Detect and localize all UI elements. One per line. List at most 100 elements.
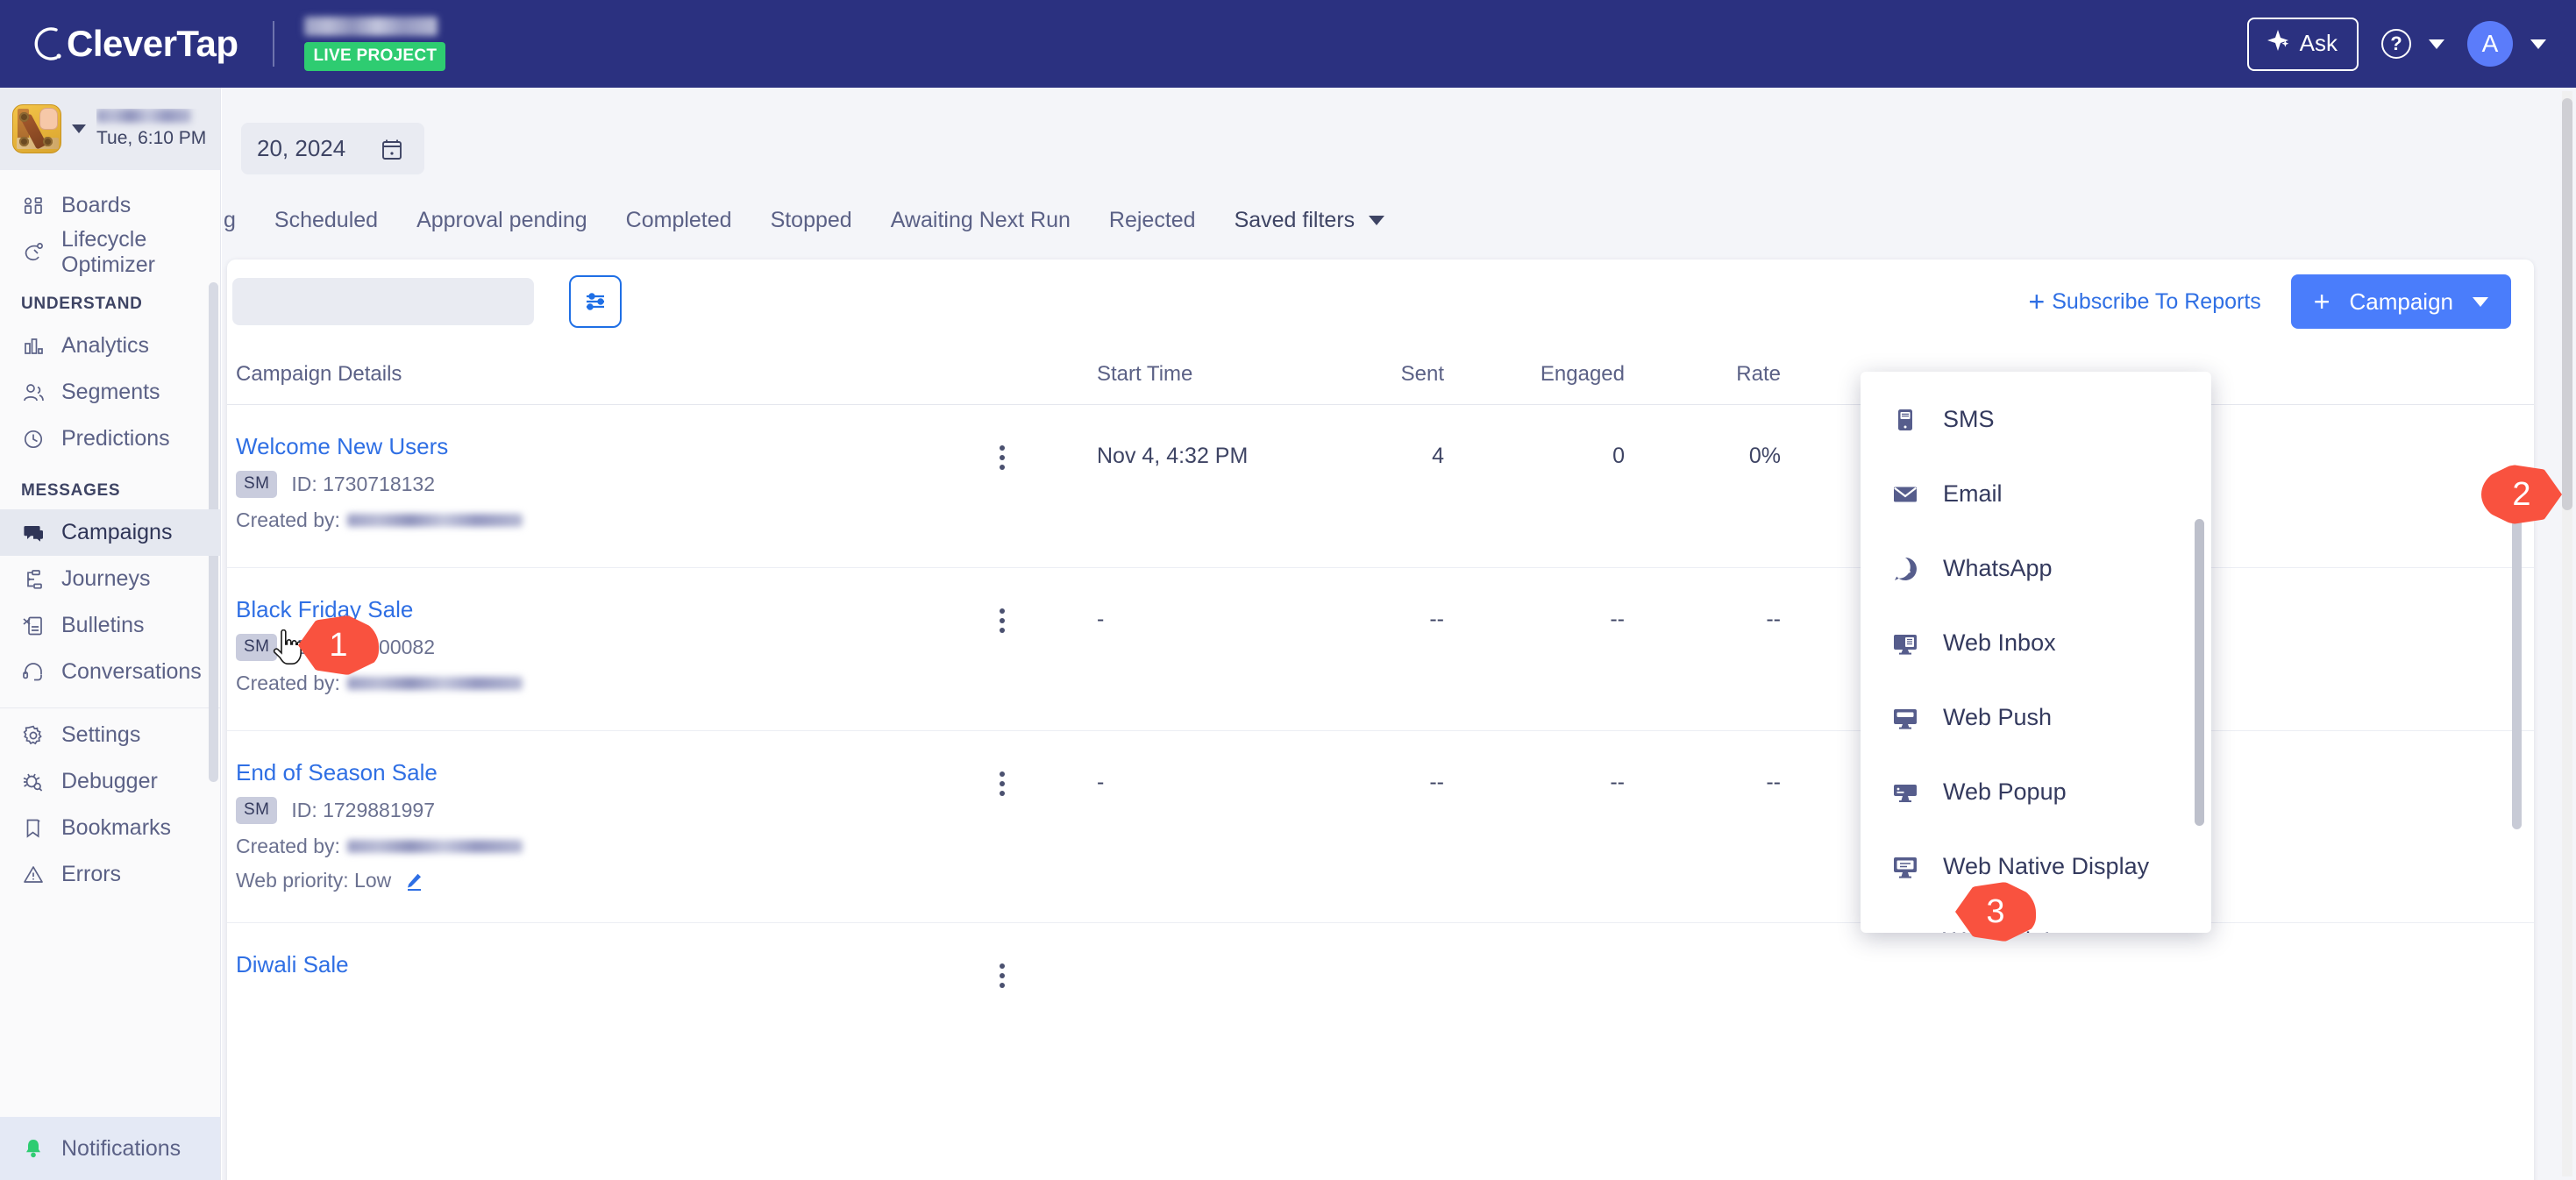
tab-completed[interactable]: Completed	[607, 195, 751, 245]
subscribe-to-reports-button[interactable]: + Subscribe To Reports	[2029, 288, 2261, 316]
sent-cell: --	[1429, 770, 1444, 794]
created-by-label: Created by:	[236, 835, 340, 857]
campaign-details-cell: Welcome New Users SM ID: 1730718132 Crea…	[232, 433, 907, 532]
sidebar-item-bookmarks[interactable]: Bookmarks	[0, 805, 220, 851]
chevron-down-icon[interactable]	[72, 124, 86, 133]
date-range-picker[interactable]: 20, 2024	[241, 123, 425, 174]
dropdown-item-web-native-display[interactable]: Web Native Display	[1861, 829, 2211, 904]
channel-chip: SM	[236, 797, 278, 824]
created-by-label: Created by:	[236, 672, 340, 694]
sidebar-item-predictions[interactable]: Predictions	[0, 416, 220, 462]
column-header-rate: Rate	[1736, 361, 1781, 386]
sidebar-item-bulletins[interactable]: Bulletins	[0, 602, 220, 649]
row-kebab-menu[interactable]	[907, 951, 1097, 988]
sent-cell: 4	[1432, 444, 1444, 468]
sidebar-item-analytics[interactable]: Analytics	[0, 323, 220, 369]
dropdown-item-email[interactable]: Email	[1861, 457, 2211, 531]
rate-cell: 0%	[1748, 444, 1781, 468]
start-time-cell: -	[1097, 770, 1105, 794]
sidebar-nav: Boards Lifecycle Optimizer UNDERSTAND An…	[0, 170, 220, 1117]
sidebar-item-settings[interactable]: Settings	[0, 712, 220, 758]
campaign-name-link[interactable]: Welcome New Users	[236, 433, 907, 460]
dropdown-item-web-popup[interactable]: Web Popup	[1861, 755, 2211, 829]
sidebar-item-label: Boards	[61, 193, 132, 217]
dropdown-item-web-inbox[interactable]: Web Inbox	[1861, 606, 2211, 680]
sidebar-item-debugger[interactable]: Debugger	[0, 758, 220, 805]
campaign-button-label: Campaign	[2349, 288, 2453, 315]
campaign-name-link[interactable]: Diwali Sale	[236, 951, 907, 978]
bell-icon	[21, 1136, 46, 1161]
sidebar-item-conversations[interactable]: Conversations	[0, 649, 220, 695]
help-question-icon[interactable]: ?	[2381, 29, 2411, 59]
ask-button[interactable]: Ask	[2246, 17, 2359, 71]
tab-approval-pending[interactable]: Approval pending	[397, 195, 607, 245]
help-menu[interactable]: ?	[2381, 29, 2444, 59]
avatar[interactable]: A	[2467, 21, 2513, 67]
table-row[interactable]: Diwali Sale	[227, 923, 2534, 989]
page-scrollbar-thumb[interactable]	[2562, 98, 2572, 510]
sidebar-item-notifications[interactable]: Notifications	[0, 1117, 220, 1180]
panel-toolbar: + Subscribe To Reports + Campaign	[227, 259, 2534, 344]
tab-awaiting-next-run[interactable]: Awaiting Next Run	[872, 195, 1090, 245]
dropdown-item-whatsapp[interactable]: WhatsApp	[1861, 531, 2211, 606]
edit-pencil-icon[interactable]	[403, 871, 424, 892]
engaged-cell	[1444, 951, 1625, 962]
sidebar-item-campaigns[interactable]: Campaigns	[0, 509, 220, 556]
saved-filters-dropdown[interactable]: Saved filters	[1215, 195, 1405, 245]
plus-icon: +	[2313, 286, 2330, 317]
table-scrollbar[interactable]	[2512, 514, 2522, 829]
row-kebab-menu[interactable]	[907, 433, 1097, 470]
sparkle-icon	[2265, 27, 2291, 60]
row-kebab-menu[interactable]	[907, 596, 1097, 633]
sidebar-item-boards[interactable]: Boards	[0, 182, 220, 229]
brand-block[interactable]: CleverTap LIVE PROJECT	[0, 17, 446, 71]
campaign-name-link[interactable]: End of Season Sale	[236, 759, 907, 786]
sidebar-item-journeys[interactable]: Journeys	[0, 556, 220, 602]
chevron-down-icon[interactable]	[2530, 39, 2546, 49]
step-marker-2: 2	[2481, 465, 2562, 524]
mouse-cursor-hand	[272, 629, 302, 668]
live-project-badge: LIVE PROJECT	[304, 42, 446, 71]
envelope-icon	[1890, 480, 1920, 509]
sidebar-item-errors[interactable]: Errors	[0, 851, 220, 898]
whatsapp-icon	[1890, 554, 1920, 584]
column-header-start-time: Start Time	[1097, 361, 1193, 386]
tab-rejected[interactable]: Rejected	[1090, 195, 1215, 245]
chevron-down-icon[interactable]	[2473, 296, 2488, 307]
top-header-bar: CleverTap LIVE PROJECT Ask ? A	[0, 0, 2576, 88]
sidebar-item-label: Bulletins	[61, 613, 145, 637]
dropdown-scrollbar[interactable]	[2195, 519, 2204, 826]
main-content: 20, 2024 g Scheduled Approval pending Co…	[222, 88, 2576, 1180]
calendar-icon[interactable]	[379, 136, 405, 162]
web-exit-intent-icon	[1890, 927, 1920, 934]
create-campaign-button[interactable]: + Campaign	[2290, 274, 2511, 329]
row-actions-cell	[907, 759, 1097, 796]
tab-scheduled[interactable]: Scheduled	[255, 195, 397, 245]
sent-cell	[1293, 951, 1444, 962]
dropdown-item-sms[interactable]: SMS	[1861, 382, 2211, 457]
subscribe-label: Subscribe To Reports	[2052, 288, 2261, 314]
filter-button[interactable]	[569, 275, 622, 328]
row-kebab-menu[interactable]	[907, 759, 1097, 796]
search-input[interactable]	[232, 278, 534, 325]
plus-icon: +	[2028, 286, 2046, 317]
date-range-value: 20, 2024	[257, 135, 346, 161]
sidebar-item-lifecycle-optimizer[interactable]: Lifecycle Optimizer	[0, 227, 220, 277]
chevron-down-icon[interactable]	[2429, 39, 2444, 49]
sidebar-item-label: Errors	[61, 862, 122, 886]
sidebar-item-segments[interactable]: Segments	[0, 369, 220, 416]
web-push-icon	[1890, 703, 1920, 733]
tab-stopped[interactable]: Stopped	[751, 195, 872, 245]
created-by: Created by:	[236, 835, 907, 858]
row-actions-cell	[907, 951, 1097, 988]
dropdown-item-label: Email	[1943, 480, 2003, 507]
nav-group-primary: Boards Lifecycle Optimizer	[0, 182, 220, 277]
dropdown-item-web-push[interactable]: Web Push	[1861, 680, 2211, 755]
dropdown-item-web-exit-intent[interactable]: Web Exit Intent	[1861, 904, 2211, 933]
user-menu[interactable]: A	[2467, 21, 2546, 67]
sidebar-item-label: Predictions	[61, 426, 170, 451]
clevertap-logo-icon	[26, 25, 65, 63]
project-switcher[interactable]: Tue, 6:10 PM	[0, 88, 220, 170]
tab-running-clipped[interactable]: g	[222, 195, 255, 245]
channel-chip: SM	[236, 471, 278, 498]
